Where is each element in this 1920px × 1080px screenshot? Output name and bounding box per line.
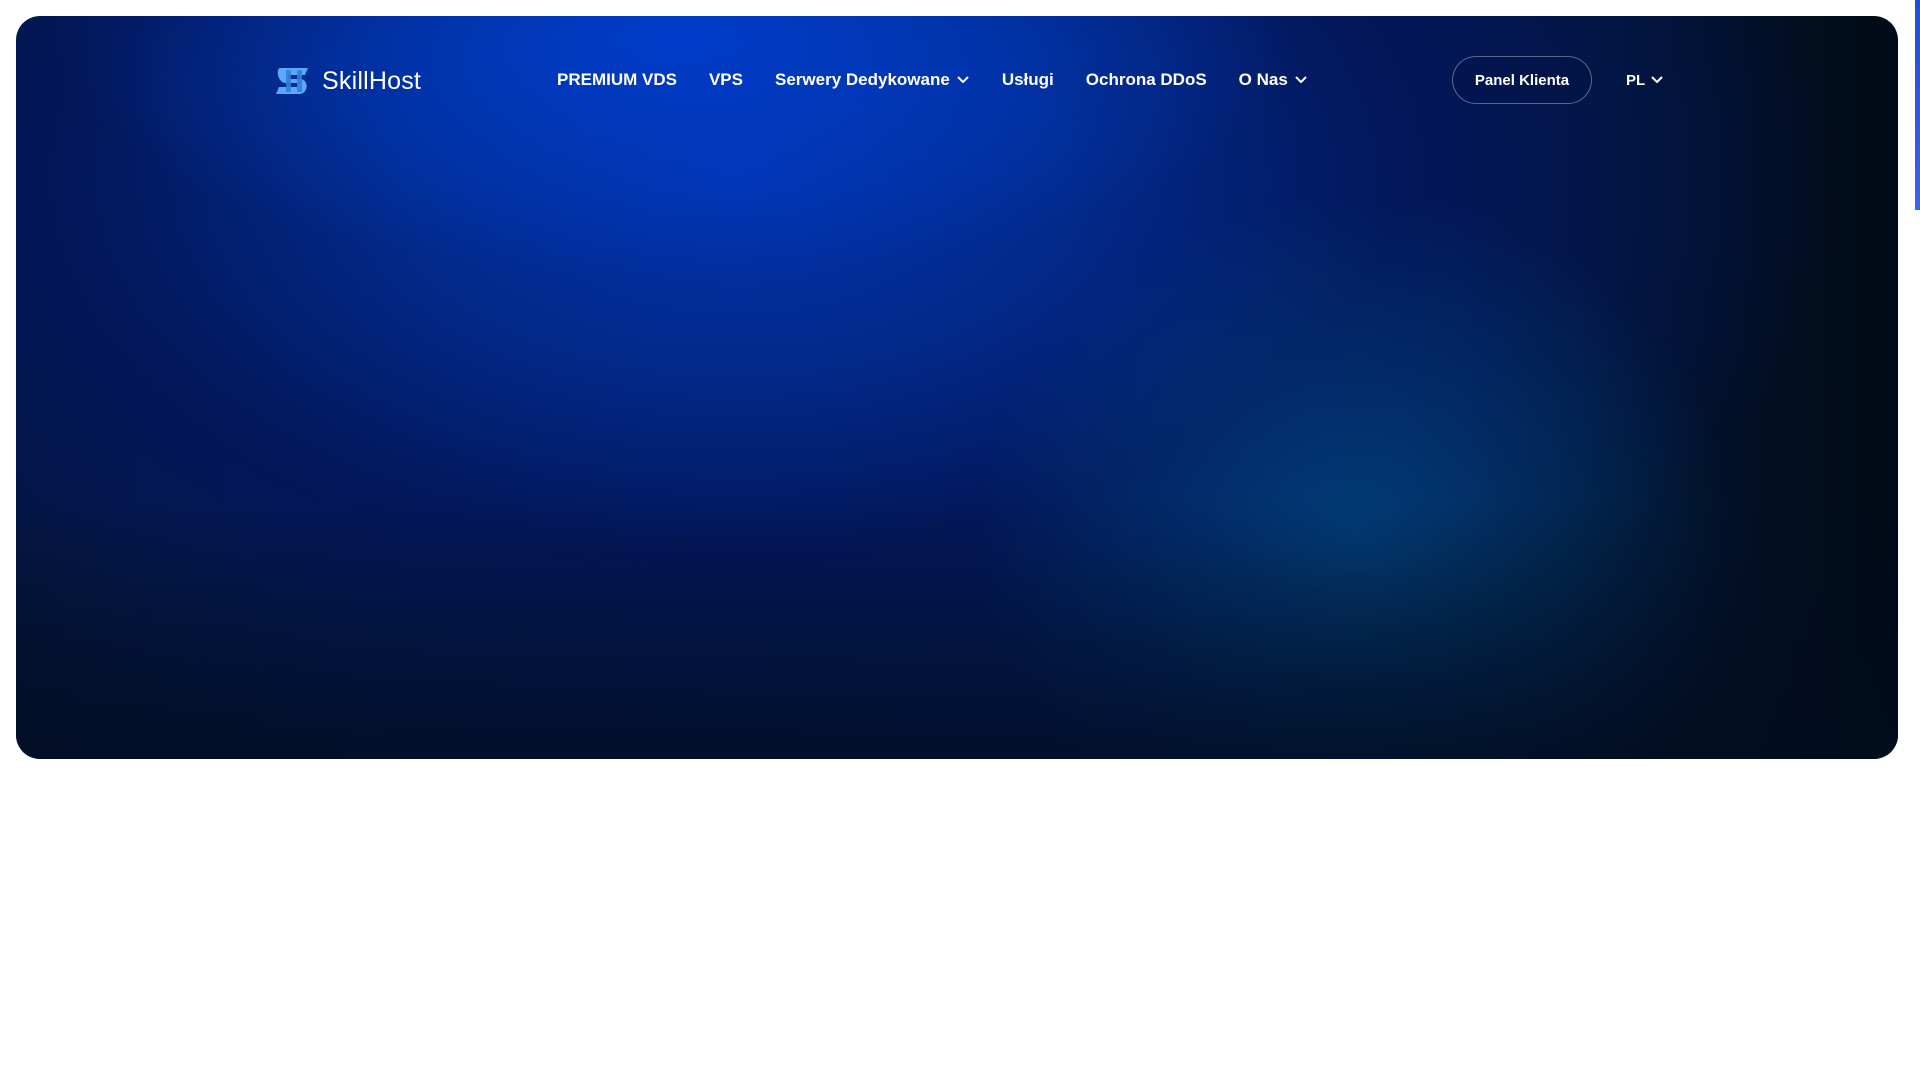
chevron-down-icon bbox=[957, 76, 969, 83]
main-navbar: SkillHost PREMIUM VDS VPS Serwery Dedyko… bbox=[16, 56, 1898, 104]
nav-item-label: Ochrona DDoS bbox=[1085, 70, 1207, 89]
page: SkillHost PREMIUM VDS VPS Serwery Dedyko… bbox=[0, 0, 1920, 1080]
hero-section: SkillHost PREMIUM VDS VPS Serwery Dedyko… bbox=[16, 16, 1898, 759]
language-label: PL bbox=[1626, 71, 1646, 89]
nav-item-services[interactable]: Usługi bbox=[1002, 70, 1054, 90]
nav-item-label: VPS bbox=[708, 70, 743, 89]
nav-item-label: Serwery Dedykowane bbox=[775, 70, 950, 89]
language-selector[interactable]: PL bbox=[1626, 56, 1664, 104]
brand-logo[interactable]: SkillHost bbox=[272, 62, 421, 100]
nav-item-label: Usługi bbox=[1001, 70, 1054, 89]
brand-name: SkillHost bbox=[322, 66, 422, 95]
chevron-down-icon bbox=[1651, 76, 1663, 83]
nav-item-label: PREMIUM VDS bbox=[557, 70, 677, 89]
nav-item-vps[interactable]: VPS bbox=[709, 70, 743, 90]
scrollbar-edge[interactable] bbox=[1915, 0, 1920, 210]
nav-item-premium-vds[interactable]: PREMIUM VDS bbox=[557, 70, 677, 90]
client-panel-button[interactable]: Panel Klienta bbox=[1452, 56, 1592, 104]
nav-item-ddos-protection[interactable]: Ochrona DDoS bbox=[1086, 70, 1207, 90]
nav-item-about[interactable]: O Nas bbox=[1239, 70, 1308, 90]
nav-item-label: O Nas bbox=[1238, 70, 1288, 89]
nav-menu: PREMIUM VDS VPS Serwery Dedykowane Usług… bbox=[557, 56, 1340, 104]
skillhost-logo-icon bbox=[276, 68, 308, 94]
nav-item-dedicated-servers[interactable]: Serwery Dedykowane bbox=[775, 70, 970, 90]
chevron-down-icon bbox=[1295, 76, 1307, 83]
